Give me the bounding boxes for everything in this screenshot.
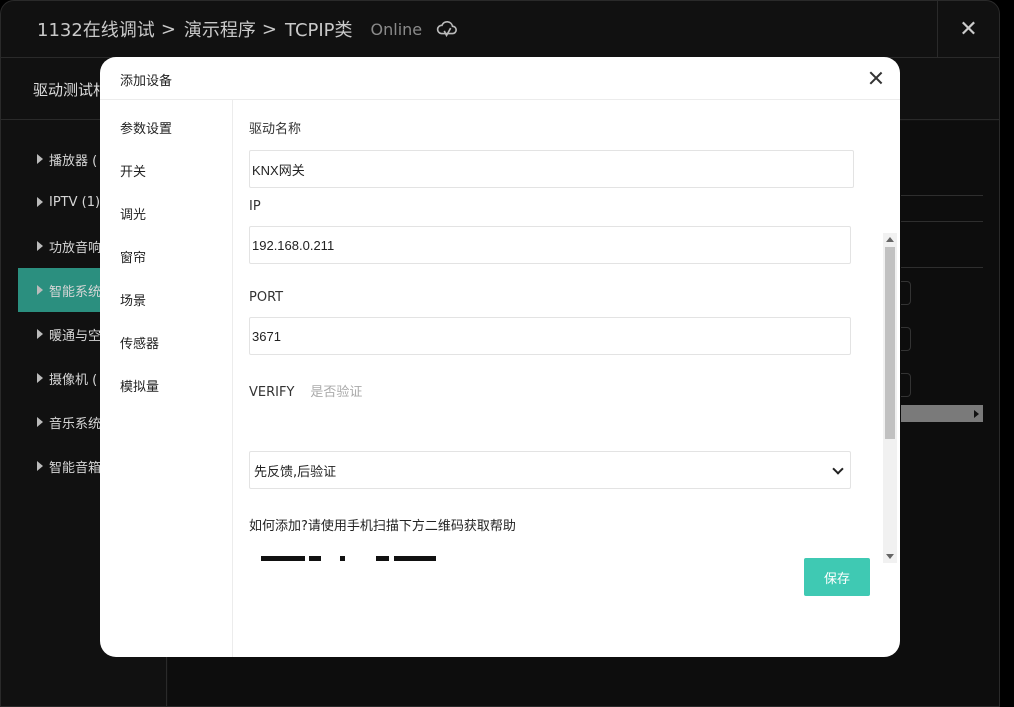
nav-item-switch[interactable]: 开关 — [120, 161, 146, 180]
port-input[interactable] — [249, 317, 851, 355]
port-label: PORT — [249, 290, 284, 305]
cloud-sync-icon[interactable] — [436, 18, 458, 40]
dialog-nav: 参数设置 开关 调光 窗帘 场景 传感器 模拟量 — [100, 100, 233, 657]
sidebar-item-label: 摄像机 ( — [49, 372, 98, 388]
dialog-title: 添加设备 — [120, 74, 173, 89]
expand-triangle-icon — [37, 461, 43, 471]
app-close-button[interactable]: ✕ — [937, 1, 999, 58]
sidebar-item-camera[interactable]: 摄像机 ( — [37, 368, 97, 388]
divider — [901, 195, 983, 196]
expand-triangle-icon — [37, 197, 43, 207]
sidebar-item-label: 播放器 ( — [49, 153, 98, 169]
scroll-down-icon[interactable] — [886, 554, 894, 559]
driver-name-label: 驱动名称 — [249, 122, 302, 137]
nav-item-curtain[interactable]: 窗帘 — [120, 247, 146, 266]
breadcrumb-category[interactable]: TCPIP类 — [285, 16, 353, 42]
sidebar-item-label: 音乐系统 — [49, 416, 102, 432]
expand-triangle-icon — [37, 417, 43, 427]
background-field — [901, 281, 911, 305]
sidebar-item-smart-speaker[interactable]: 智能音箱 — [37, 456, 101, 476]
background-field — [901, 327, 911, 351]
expand-triangle-icon — [37, 373, 43, 383]
driver-name-input[interactable] — [249, 150, 854, 188]
sidebar-item-iptv[interactable]: IPTV (1) — [37, 192, 100, 212]
breadcrumb-project[interactable]: 1132在线调试 — [37, 16, 155, 42]
expand-triangle-icon — [37, 329, 43, 339]
sidebar-item-player[interactable]: 播放器 ( — [37, 149, 97, 169]
sidebar-item-label: 功放音响 — [49, 240, 102, 256]
background-field — [901, 373, 911, 397]
sidebar-item-amplifier[interactable]: 功放音响 — [37, 236, 101, 256]
divider — [901, 267, 983, 268]
nav-item-dimmer[interactable]: 调光 — [120, 204, 146, 223]
section-title: 驱动测试相 — [33, 81, 109, 99]
breadcrumb-separator-icon: > — [160, 18, 176, 40]
breadcrumb-separator-icon: > — [261, 18, 277, 40]
scrollbar-thumb[interactable] — [885, 247, 895, 439]
app-header: 1132在线调试 > 演示程序 > TCPIP类 Online ✕ — [1, 1, 999, 58]
add-device-dialog: 添加设备 参数设置 开关 调光 窗帘 场景 传感器 模拟量 驱动名称 IP PO… — [100, 57, 900, 657]
sidebar-item-label: 智能系统 — [49, 284, 102, 300]
verify-label-text: VERIFY — [249, 385, 295, 400]
verify-select-value: 先反馈,后验证 — [254, 464, 337, 480]
nav-item-scene[interactable]: 场景 — [120, 290, 146, 309]
verify-select[interactable]: 先反馈,后验证 — [249, 451, 851, 489]
sidebar-item-label: 暖通与空 — [49, 328, 102, 344]
close-icon: ✕ — [959, 17, 978, 42]
verify-label: VERIFY 是否验证 — [249, 381, 362, 400]
nav-item-analog[interactable]: 模拟量 — [120, 376, 159, 395]
connection-status: Online — [370, 19, 423, 39]
breadcrumb-program[interactable]: 演示程序 — [184, 16, 256, 42]
vertical-scrollbar[interactable] — [883, 233, 897, 563]
dialog-header: 添加设备 — [100, 57, 900, 100]
form-area: 驱动名称 IP PORT VERIFY 是否验证 先反馈,后验证 如何添加?请使用… — [233, 100, 900, 657]
divider — [901, 221, 983, 222]
expand-triangle-icon — [37, 241, 43, 251]
ip-input[interactable] — [249, 226, 851, 264]
close-icon[interactable] — [866, 68, 886, 88]
sidebar-item-hvac[interactable]: 暖通与空 — [37, 324, 101, 344]
sidebar-item-music[interactable]: 音乐系统 — [37, 412, 101, 432]
nav-item-parameters[interactable]: 参数设置 — [120, 118, 172, 137]
expand-triangle-icon — [37, 154, 43, 164]
sidebar-item-label: 智能音箱 — [49, 460, 102, 476]
expand-triangle-icon — [37, 285, 43, 295]
verify-hint: 是否验证 — [310, 385, 363, 400]
nav-item-sensor[interactable]: 传感器 — [120, 333, 159, 352]
help-text: 如何添加?请使用手机扫描下方二维码获取帮助 — [249, 519, 516, 534]
horizontal-scrollbar[interactable] — [901, 405, 983, 422]
save-button[interactable]: 保存 — [804, 558, 870, 596]
sidebar-item-label: IPTV (1) — [49, 194, 101, 210]
ip-label: IP — [249, 199, 261, 214]
chevron-down-icon — [832, 463, 844, 475]
scroll-up-icon[interactable] — [886, 237, 894, 242]
